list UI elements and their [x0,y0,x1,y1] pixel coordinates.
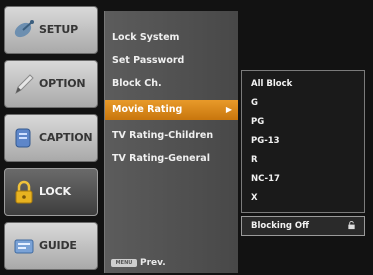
lock-menu-panel: Lock System Set Password Block Ch. Movie… [104,11,238,273]
menu-item-tv-rating-general[interactable]: TV Rating-General [105,149,238,169]
rating-option-x[interactable]: X [251,188,258,208]
sidebar-item-label: GUIDE [39,239,77,252]
menu-item-movie-rating[interactable]: Movie Rating ▶ [105,100,238,120]
pencil-icon [15,74,34,95]
sidebar-item-lock[interactable]: LOCK [4,168,98,216]
rating-option-r[interactable]: R [251,150,258,170]
sidebar-item-label: CAPTION [39,131,93,144]
menu-item-label: Block Ch. [112,78,162,89]
blocking-label: Blocking Off [251,221,310,231]
prev-label: Prev. [140,258,166,268]
satellite-icon [14,20,34,38]
tv-menu-screen: SETUP OPTION CAPTION LOCK GUIDE Lock Sys… [0,0,373,275]
sidebar-item-caption[interactable]: CAPTION [4,114,98,162]
menu-item-label: Lock System [112,32,180,43]
sidebar-item-option[interactable]: OPTION [4,60,98,108]
sidebar: SETUP OPTION CAPTION LOCK GUIDE [4,6,98,272]
chevron-right-icon: ▶ [225,105,232,114]
unlock-icon [348,221,355,230]
rating-option-nc-17[interactable]: NC-17 [251,169,280,189]
rating-option-all-block[interactable]: All Block [251,74,292,94]
menu-item-block-ch[interactable]: Block Ch. [105,74,238,94]
sidebar-item-setup[interactable]: SETUP [4,6,98,54]
rating-option-pg[interactable]: PG [251,112,264,132]
sidebar-item-label: OPTION [39,77,86,90]
menu-item-label: TV Rating-Children [112,130,214,141]
blocking-status[interactable]: Blocking Off [241,216,365,236]
guide-icon [14,239,34,254]
sidebar-item-label: LOCK [39,185,71,198]
caption-icon [15,128,31,148]
menu-item-set-password[interactable]: Set Password [105,51,238,71]
menu-item-label: Movie Rating [112,104,183,115]
menu-item-lock-system[interactable]: Lock System [105,28,238,48]
sidebar-item-label: SETUP [39,23,78,36]
menu-item-label: TV Rating-General [112,153,210,164]
menu-item-label: Set Password [112,55,185,66]
rating-option-pg-13[interactable]: PG-13 [251,131,280,151]
prev-hint: MENU Prev. [111,256,166,270]
menu-key-icon: MENU [111,258,137,267]
movie-rating-list: All Block G PG PG-13 R NC-17 X [241,70,365,213]
rating-option-g[interactable]: G [251,93,258,113]
menu-item-tv-rating-children[interactable]: TV Rating-Children [105,126,238,146]
sidebar-item-guide[interactable]: GUIDE [4,222,98,270]
lock-icon [15,180,33,204]
